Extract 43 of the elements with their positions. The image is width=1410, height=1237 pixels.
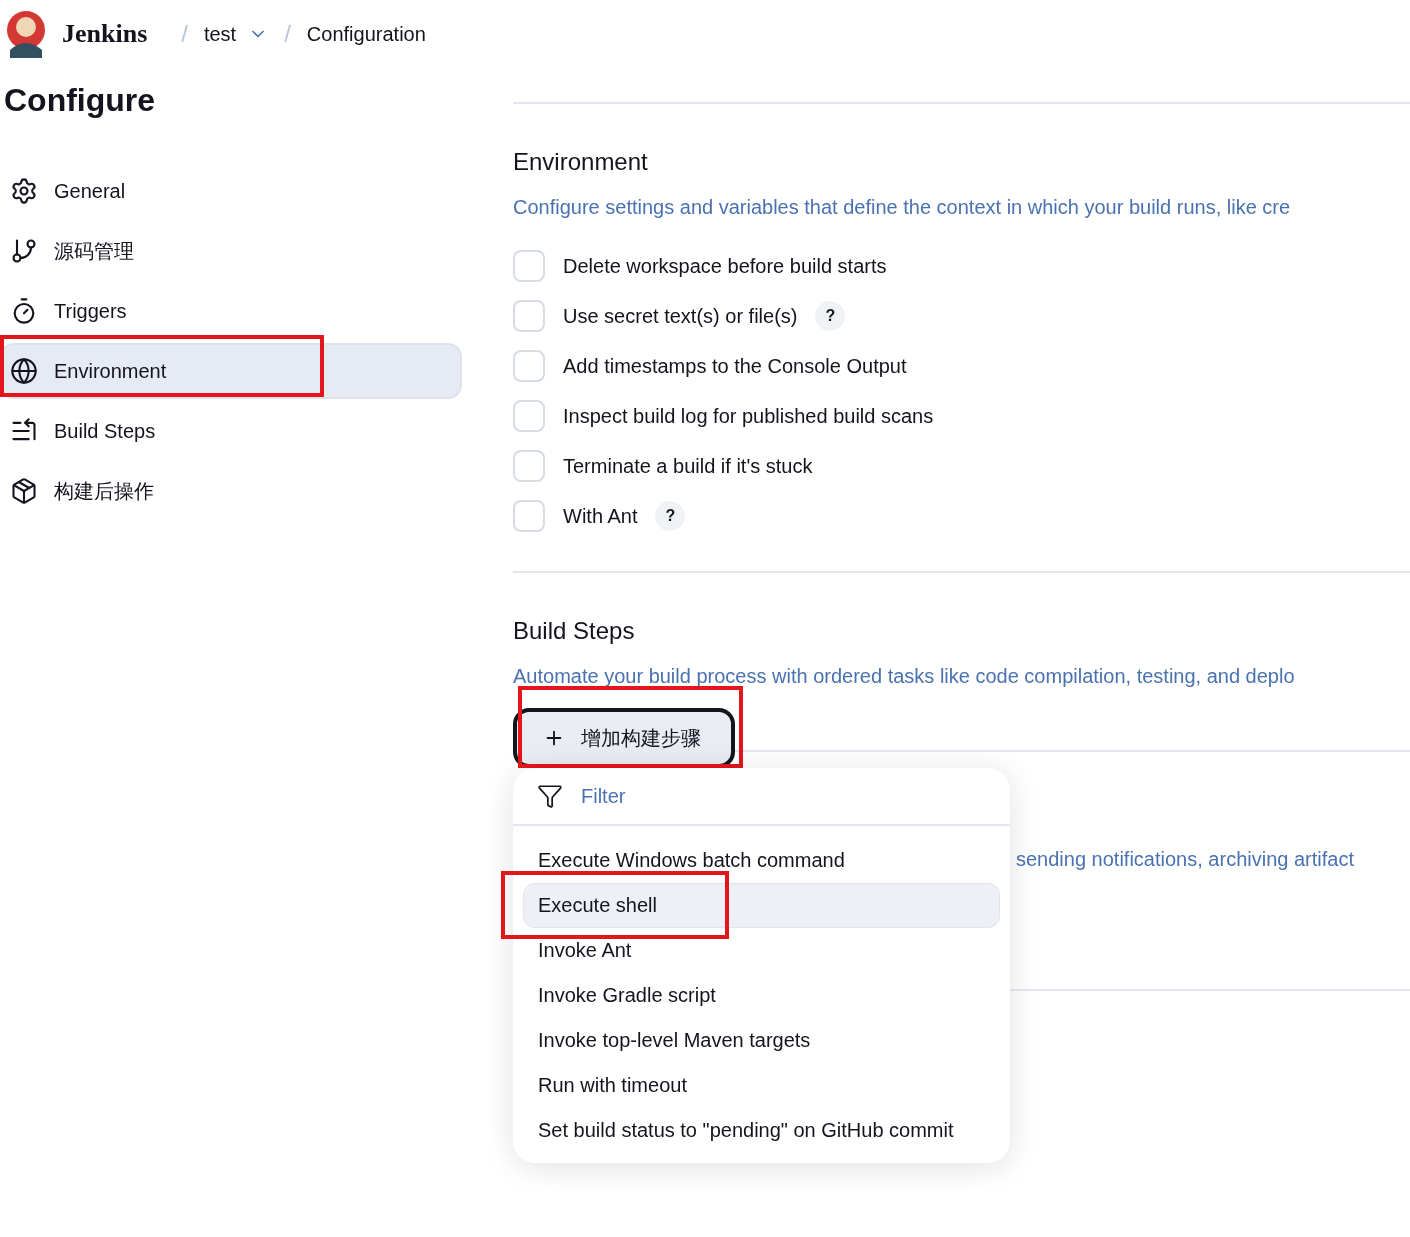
help-button[interactable]: ? (655, 501, 686, 531)
logo-icon (4, 10, 48, 58)
menu-item[interactable]: Execute shell (523, 883, 1000, 928)
menu-item[interactable]: Invoke top-level Maven targets (523, 1018, 1000, 1063)
section-description: Configure settings and variables that define the context in which your build runs, like cre (513, 196, 1292, 219)
checkbox-label: Delete workspace before build starts (563, 254, 887, 278)
checkbox-label: Add timestamps to the Console Output (563, 354, 907, 378)
section-title: Environment (513, 148, 649, 176)
menu-item[interactable]: Run with timeout (523, 1063, 1000, 1108)
gear-icon (10, 177, 38, 205)
checkbox-label: Use secret text(s) or file(s) (563, 304, 798, 328)
checkbox[interactable] (513, 350, 545, 382)
filter-icon (537, 783, 563, 809)
checkbox[interactable] (513, 500, 545, 532)
menu-item[interactable]: Invoke Gradle script (523, 973, 1000, 1018)
brand-name[interactable]: Jenkins (62, 19, 148, 49)
breadcrumb-link[interactable]: Configuration (306, 22, 426, 46)
package-icon (10, 477, 38, 505)
checkbox-label: Inspect build log for published build scans (563, 404, 934, 428)
sidebar-item[interactable]: 构建后操作 (0, 463, 462, 519)
branch-icon (10, 237, 38, 265)
section-description: Automate your build process with ordered tasks like code compilation, testing, and deplo (513, 665, 1296, 688)
sidebar-item[interactable]: 源码管理 (0, 223, 462, 279)
globe-icon (10, 357, 38, 385)
checkbox[interactable] (513, 400, 545, 432)
checkbox[interactable] (513, 250, 545, 282)
checkbox[interactable] (513, 450, 545, 482)
section-description: sending notifications, archiving artifact (1016, 848, 1355, 871)
sidebar-item[interactable]: Build Steps (0, 403, 462, 459)
checkbox[interactable] (513, 300, 545, 332)
sidebar-item[interactable]: Triggers (0, 283, 462, 339)
section-title: Build Steps (513, 617, 636, 645)
checkbox-label: Terminate a build if it's stuck (563, 454, 813, 478)
checkbox-label: With Ant (563, 504, 638, 528)
menu-item[interactable]: Set build status to "pending" on GitHub commit (523, 1108, 1000, 1153)
breadcrumb-separator: / (181, 20, 188, 48)
menu-item[interactable]: Invoke Ant (523, 928, 1000, 973)
breadcrumb-separator: / (284, 20, 291, 48)
breadcrumb-link[interactable]: test (203, 22, 269, 46)
sidebar-item[interactable]: General (0, 163, 462, 219)
menu-item[interactable]: Execute Windows batch command (523, 838, 1000, 883)
page-title: Configure (4, 82, 157, 119)
help-button[interactable]: ? (815, 301, 846, 331)
